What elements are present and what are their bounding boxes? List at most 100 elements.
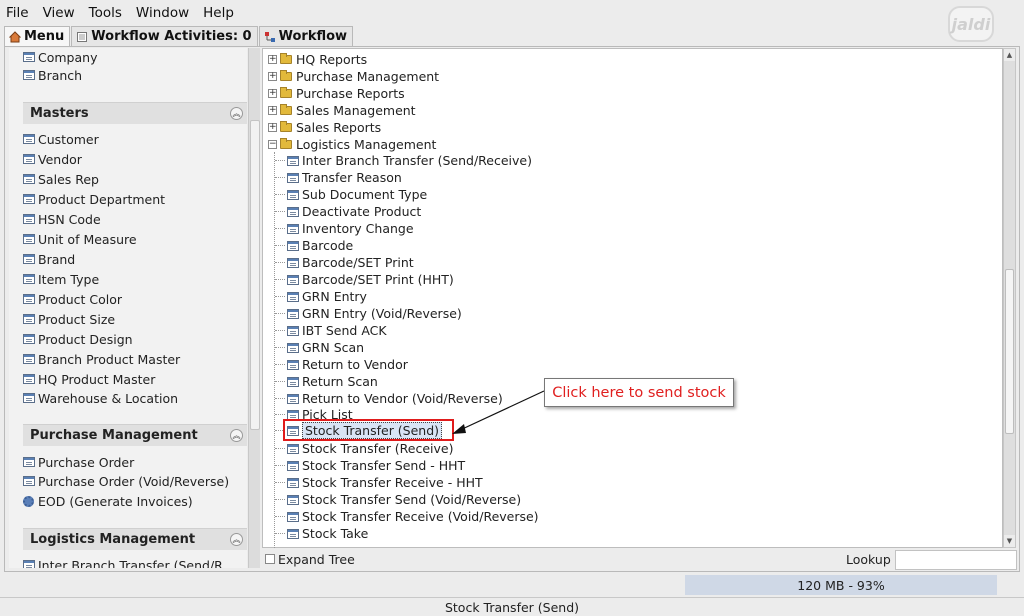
menu-help[interactable]: Help (196, 5, 241, 21)
left-item-label: Branch (38, 67, 83, 83)
left-item-purchase-order-void[interactable]: Purchase Order (Void/Reverse) (23, 472, 229, 490)
tree-leaf[interactable]: Stock Take (275, 525, 368, 542)
menu-file[interactable]: File (0, 5, 36, 21)
tree-leaf[interactable]: Barcode/SET Print (HHT) (275, 271, 454, 288)
left-item-branch[interactable]: Branch (23, 66, 82, 84)
gear-icon (23, 495, 34, 507)
form-icon (287, 393, 299, 404)
form-icon (23, 194, 35, 204)
left-item-hq-product-master[interactable]: HQ Product Master (23, 370, 155, 388)
left-scrollbar[interactable] (248, 48, 260, 568)
section-masters-header[interactable]: Masters ︽ (23, 102, 247, 124)
tree-leaf[interactable]: Inventory Change (275, 220, 414, 237)
left-item-company[interactable]: Company (23, 48, 97, 66)
form-icon (23, 354, 35, 364)
left-item-product-design[interactable]: Product Design (23, 330, 133, 348)
left-scrollbar-thumb[interactable] (250, 120, 260, 430)
section-title: Masters (30, 106, 89, 121)
form-icon (287, 189, 299, 200)
left-item-eod[interactable]: EOD (Generate Invoices) (23, 492, 193, 510)
tree-scrollbar-thumb[interactable] (1005, 269, 1014, 434)
tree-scrollbar[interactable]: ▲ ▼ (1003, 48, 1016, 548)
collapse-tree-icon[interactable]: − (268, 140, 277, 149)
tree-leaf[interactable]: Barcode/SET Print (275, 254, 414, 271)
tree-folder-purchase-reports[interactable]: + Purchase Reports (268, 85, 405, 102)
tree-leaf[interactable]: Sub Document Type (275, 186, 427, 203)
tree-leaf[interactable]: Stock Transfer Send (Void/Reverse) (275, 491, 521, 508)
tree-leaf[interactable]: Return Scan (275, 373, 378, 390)
menu-window[interactable]: Window (129, 5, 196, 21)
form-icon (23, 174, 35, 184)
left-item-purchase-order[interactable]: Purchase Order (23, 453, 134, 471)
left-item-brand[interactable]: Brand (23, 250, 75, 268)
expand-icon[interactable]: + (268, 106, 277, 115)
expand-icon[interactable]: + (268, 55, 277, 64)
expand-icon[interactable]: + (268, 72, 277, 81)
tree-leaf[interactable]: Return to Vendor (275, 356, 408, 373)
left-item-label: EOD (Generate Invoices) (38, 493, 193, 509)
menu-view[interactable]: View (36, 5, 82, 21)
tree-label: Purchase Management (296, 69, 440, 84)
tree-folder-sales-reports[interactable]: + Sales Reports (268, 119, 381, 136)
menu-tools[interactable]: Tools (82, 5, 129, 21)
left-item-label: Vendor (38, 151, 82, 167)
left-item-hsn-code[interactable]: HSN Code (23, 210, 101, 228)
tree-leaf[interactable]: Stock Transfer Receive - HHT (275, 474, 483, 491)
tree-leaf[interactable]: IBT Send ACK (275, 322, 387, 339)
tab-workflow-activities[interactable]: Workflow Activities: 0 (71, 26, 258, 46)
lookup-input[interactable] (895, 550, 1017, 570)
left-item-vendor[interactable]: Vendor (23, 150, 82, 168)
tree-label: Stock Transfer (Receive) (302, 441, 454, 456)
left-item-warehouse-location[interactable]: Warehouse & Location (23, 389, 178, 407)
memory-indicator[interactable]: 120 MB - 93% (685, 575, 997, 595)
tree-leaf[interactable]: Stock Transfer Send - HHT (275, 457, 465, 474)
form-icon (287, 342, 299, 353)
tab-workflow[interactable]: Workflow (258, 26, 354, 46)
tree-leaf[interactable]: Return to Vendor (Void/Reverse) (275, 390, 503, 407)
tree-leaf[interactable]: GRN Entry (275, 288, 367, 305)
left-item-item-type[interactable]: Item Type (23, 270, 99, 288)
menu-bar: File View Tools Window Help (0, 0, 1024, 26)
tree-label: HQ Reports (296, 52, 368, 67)
tree-leaf[interactable]: Deactivate Product (275, 203, 421, 220)
tree-leaf[interactable]: Barcode (275, 237, 353, 254)
expand-tree-checkbox[interactable] (265, 554, 275, 564)
tree-folder-sales-management[interactable]: + Sales Management (268, 102, 416, 119)
left-item-label: Product Department (38, 191, 166, 207)
collapse-icon[interactable]: ︽ (230, 533, 243, 546)
scroll-down-icon[interactable]: ▼ (1004, 535, 1015, 547)
tree-label: Stock Transfer Send - HHT (302, 458, 466, 473)
left-item-unit-of-measure[interactable]: Unit of Measure (23, 230, 137, 248)
left-item-product-department[interactable]: Product Department (23, 190, 165, 208)
tree-label: GRN Entry (Void/Reverse) (302, 306, 462, 321)
left-item-product-color[interactable]: Product Color (23, 290, 122, 308)
tree-leaf[interactable]: GRN Entry (Void/Reverse) (275, 305, 462, 322)
tree-leaf[interactable]: Stock Transfer (Receive) (275, 440, 454, 457)
expand-tree-label[interactable]: Expand Tree (278, 552, 355, 567)
collapse-icon[interactable]: ︽ (230, 429, 243, 442)
tree-label: Barcode/SET Print (302, 255, 414, 270)
tree-leaf[interactable]: Transfer Reason (275, 169, 402, 186)
form-icon (23, 254, 35, 264)
expand-icon[interactable]: + (268, 123, 277, 132)
left-item-product-size[interactable]: Product Size (23, 310, 115, 328)
left-item-label: Purchase Order (38, 454, 135, 470)
form-icon (23, 214, 35, 224)
tree-leaf[interactable]: Inter Branch Transfer (Send/Receive) (275, 152, 532, 169)
left-item-branch-product-master[interactable]: Branch Product Master (23, 350, 180, 368)
collapse-icon[interactable]: ︽ (230, 107, 243, 120)
expand-icon[interactable]: + (268, 89, 277, 98)
tree-leaf[interactable]: Stock Transfer Receive (Void/Reverse) (275, 508, 539, 525)
tree-leaf[interactable]: GRN Scan (275, 339, 364, 356)
tab-menu[interactable]: Menu (4, 26, 71, 46)
tree-folder-hq-reports[interactable]: + HQ Reports (268, 51, 367, 68)
left-item-customer[interactable]: Customer (23, 130, 99, 148)
section-purchase-header[interactable]: Purchase Management ︽ (23, 424, 247, 446)
tree-folder-logistics-management[interactable]: − Logistics Management (268, 136, 436, 153)
form-icon (287, 325, 299, 336)
scroll-up-icon[interactable]: ▲ (1004, 49, 1015, 61)
tree-folder-purchase-management[interactable]: + Purchase Management (268, 68, 439, 85)
section-logistics-header[interactable]: Logistics Management ︽ (23, 528, 247, 550)
left-item-inter-branch-transfer[interactable]: Inter Branch Transfer (Send/R (23, 556, 223, 568)
left-item-sales-rep[interactable]: Sales Rep (23, 170, 99, 188)
